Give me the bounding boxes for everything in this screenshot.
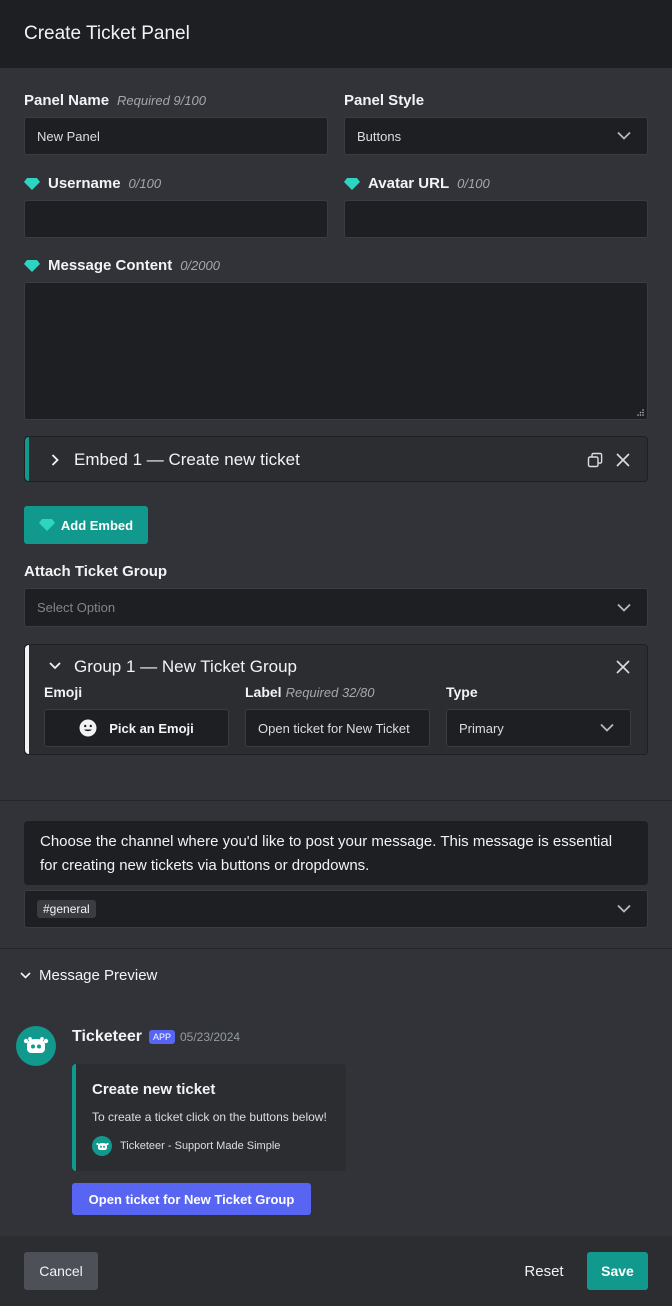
chevron-right-icon[interactable] bbox=[51, 454, 59, 466]
chevron-down-icon bbox=[20, 972, 31, 979]
bot-avatar[interactable] bbox=[16, 1026, 56, 1066]
bot-name[interactable]: Ticketeer bbox=[72, 1028, 142, 1046]
attach-group-label: Attach Ticket Group bbox=[24, 563, 168, 580]
smiley-icon bbox=[79, 719, 97, 737]
group-accent-bar bbox=[25, 645, 29, 754]
reset-label: Reset bbox=[524, 1262, 564, 1280]
type-value: Primary bbox=[459, 720, 504, 736]
premium-gem-icon bbox=[344, 177, 360, 190]
close-icon[interactable] bbox=[615, 659, 631, 675]
attach-group-select[interactable]: Select Option bbox=[24, 588, 648, 627]
save-label: Save bbox=[601, 1263, 634, 1279]
panel-style-label-row: Panel Style bbox=[344, 92, 424, 109]
username-label-row: Username 0/100 bbox=[24, 175, 161, 192]
preview-embed-footer: Ticketeer - Support Made Simple bbox=[92, 1136, 280, 1156]
embed-card[interactable]: Embed 1 — Create new ticket bbox=[24, 436, 648, 482]
attach-group-placeholder: Select Option bbox=[37, 600, 116, 615]
label-field-label-row: Label Required 32/80 bbox=[245, 684, 374, 700]
group-title: Group 1 — New Ticket Group bbox=[74, 657, 297, 676]
preview-embed: Create new ticket To create a ticket cli… bbox=[72, 1064, 346, 1171]
pick-emoji-label: Pick an Emoji bbox=[109, 720, 194, 736]
label-input[interactable]: Open ticket for New Ticket bbox=[245, 709, 430, 747]
duplicate-icon[interactable] bbox=[587, 452, 603, 468]
avatar-url-input[interactable] bbox=[344, 200, 648, 238]
embed-title: Embed 1 — Create new ticket bbox=[74, 450, 300, 469]
save-button[interactable]: Save bbox=[587, 1252, 648, 1290]
modal-footer: Cancel Reset Save bbox=[0, 1236, 672, 1306]
message-content-label-row: Message Content 0/2000 bbox=[24, 257, 220, 274]
chevron-down-icon bbox=[600, 723, 614, 732]
message-timestamp: 05/23/2024 bbox=[180, 1030, 241, 1044]
preview-ticket-button[interactable]: Open ticket for New Ticket Group bbox=[72, 1183, 311, 1215]
message-content-textarea[interactable] bbox=[24, 282, 648, 420]
chevron-down-icon bbox=[617, 904, 631, 913]
section-divider bbox=[0, 948, 672, 949]
resize-handle-icon[interactable] bbox=[637, 409, 644, 416]
avatar-url-label-row: Avatar URL 0/100 bbox=[344, 175, 490, 192]
ticketeer-logo-icon bbox=[23, 1037, 49, 1053]
username-label: Username bbox=[48, 175, 121, 192]
add-embed-button[interactable]: Add Embed bbox=[24, 506, 148, 544]
panel-name-value: New Panel bbox=[37, 128, 100, 144]
ticketeer-logo-icon bbox=[95, 1142, 109, 1150]
avatar-url-hint: 0/100 bbox=[457, 176, 490, 191]
label-field-hint: Required 32/80 bbox=[285, 684, 375, 700]
channel-info-text: Choose the channel where you'd like to p… bbox=[40, 833, 613, 874]
premium-gem-icon bbox=[24, 177, 40, 190]
message-content-hint: 0/2000 bbox=[180, 258, 220, 273]
modal-header: Create Ticket Panel bbox=[0, 0, 672, 68]
channel-select[interactable]: #general bbox=[24, 890, 648, 928]
premium-gem-icon bbox=[38, 519, 55, 531]
message-preview-label: Message Preview bbox=[39, 967, 158, 984]
message-preview-toggle[interactable]: Message Preview bbox=[20, 967, 157, 984]
pick-emoji-button[interactable]: Pick an Emoji bbox=[44, 709, 229, 747]
type-label: Type bbox=[446, 684, 478, 700]
ticket-group-card: Group 1 — New Ticket Group Emoji Pick an… bbox=[24, 644, 648, 755]
panel-style-label: Panel Style bbox=[344, 92, 425, 109]
chevron-down-icon bbox=[617, 131, 631, 140]
panel-name-label: Panel Name bbox=[24, 92, 110, 109]
label-field-label: Label bbox=[245, 684, 282, 700]
preview-embed-footer-text: Ticketeer - Support Made Simple bbox=[120, 1140, 281, 1152]
preview-embed-description: To create a ticket click on the buttons … bbox=[92, 1110, 327, 1124]
panel-style-select[interactable]: Buttons bbox=[344, 117, 648, 155]
panel-style-value: Buttons bbox=[357, 128, 402, 144]
username-hint: 0/100 bbox=[128, 176, 162, 191]
panel-name-hint: Required 9/100 bbox=[117, 93, 206, 108]
embed-accent-bar bbox=[25, 437, 29, 481]
chevron-down-icon bbox=[617, 603, 631, 612]
panel-name-input[interactable]: New Panel bbox=[24, 117, 328, 155]
chevron-down-icon[interactable] bbox=[49, 662, 61, 670]
modal-title: Create Ticket Panel bbox=[24, 23, 190, 44]
message-content-label: Message Content bbox=[48, 257, 173, 274]
cancel-label: Cancel bbox=[39, 1263, 83, 1279]
preview-embed-title: Create new ticket bbox=[92, 1081, 216, 1098]
label-value: Open ticket for New Ticket bbox=[258, 720, 410, 736]
add-embed-label: Add Embed bbox=[60, 517, 134, 533]
preview-ticket-button-label: Open ticket for New Ticket Group bbox=[88, 1191, 295, 1207]
avatar-url-label: Avatar URL bbox=[368, 175, 450, 192]
cancel-button[interactable]: Cancel bbox=[24, 1252, 98, 1290]
message-header: Ticketeer APP 05/23/2024 bbox=[72, 1028, 240, 1046]
username-input[interactable] bbox=[24, 200, 328, 238]
app-badge: APP bbox=[148, 1030, 175, 1044]
emoji-label: Emoji bbox=[44, 684, 83, 700]
reset-button[interactable]: Reset bbox=[514, 1252, 574, 1290]
panel-name-label-row: Panel Name Required 9/100 bbox=[24, 92, 206, 109]
attach-group-label-row: Attach Ticket Group bbox=[24, 563, 167, 580]
channel-info-box: Choose the channel where you'd like to p… bbox=[24, 821, 648, 885]
section-divider bbox=[0, 800, 672, 801]
premium-gem-icon bbox=[24, 259, 40, 272]
close-icon[interactable] bbox=[615, 452, 631, 468]
type-select[interactable]: Primary bbox=[446, 709, 631, 747]
footer-avatar bbox=[92, 1136, 112, 1156]
channel-tag[interactable]: #general bbox=[37, 900, 96, 918]
